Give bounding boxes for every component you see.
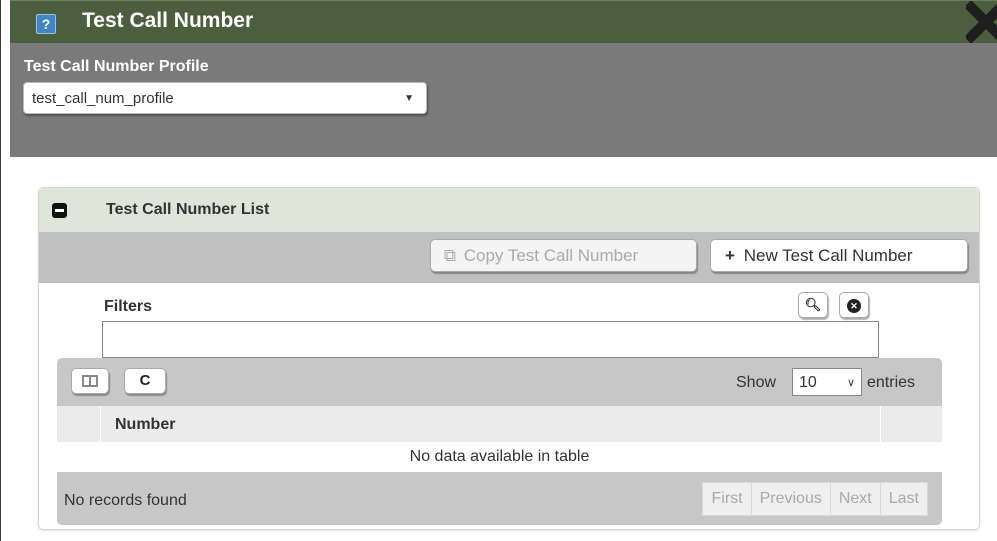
- filters-label: Filters: [104, 298, 153, 315]
- new-button-label: New Test Call Number: [743, 246, 913, 265]
- select-column-header: [57, 406, 101, 442]
- pagination-first[interactable]: First: [703, 483, 750, 515]
- pagination-previous[interactable]: Previous: [750, 483, 830, 515]
- table-container: C Show 10 ∨ entries Number No data avail…: [57, 358, 942, 525]
- table-info: No records found: [64, 492, 187, 509]
- column-header-number[interactable]: Number: [115, 416, 175, 434]
- actions-column-header: [880, 406, 942, 442]
- show-label: Show: [736, 374, 777, 391]
- test-call-number-dialog: ? Test Call Number Test Call Number Prof…: [0, 0, 997, 541]
- search-icon: 🔍︎: [804, 297, 822, 312]
- dialog-titlebar: ? Test Call Number: [10, 0, 997, 44]
- column-visibility-button[interactable]: [71, 368, 109, 394]
- filter-input[interactable]: [102, 321, 879, 358]
- pagination: First Previous Next Last: [702, 482, 928, 516]
- columns-icon: [82, 375, 98, 388]
- page-size-value: 10: [799, 374, 817, 391]
- panel-header: Test Call Number List: [39, 188, 979, 232]
- clear-icon: ✕: [847, 298, 861, 313]
- entries-label: entries: [867, 374, 916, 391]
- test-call-number-list-panel: Test Call Number List ⧉ Copy Test Call N…: [38, 187, 980, 530]
- refresh-icon: C: [139, 372, 151, 389]
- help-icon[interactable]: ?: [36, 14, 56, 34]
- panel-title: Test Call Number List: [106, 201, 270, 218]
- pagination-last[interactable]: Last: [879, 483, 927, 515]
- collapse-icon[interactable]: [52, 203, 67, 218]
- chevron-down-icon: ▼: [404, 93, 414, 104]
- page-size-select[interactable]: 10 ∨: [792, 368, 862, 396]
- search-button[interactable]: 🔍︎: [798, 292, 828, 318]
- pagination-next[interactable]: Next: [829, 483, 880, 515]
- profile-label: Test Call Number Profile: [24, 58, 209, 75]
- profile-select[interactable]: test_call_num_profile ▼: [23, 82, 427, 114]
- empty-table-message: No data available in table: [57, 442, 942, 472]
- new-test-call-number-button[interactable]: + New Test Call Number: [710, 239, 968, 272]
- dialog-title: Test Call Number: [82, 9, 254, 32]
- close-icon[interactable]: [966, 1, 997, 44]
- copy-icon: ⧉: [443, 246, 457, 265]
- copy-test-call-number-button[interactable]: ⧉ Copy Test Call Number: [430, 239, 697, 272]
- profile-select-value: test_call_num_profile: [32, 90, 174, 107]
- refresh-button[interactable]: C: [124, 368, 166, 394]
- copy-button-label: Copy Test Call Number: [463, 246, 639, 265]
- chevron-down-icon: ∨: [846, 377, 855, 389]
- plus-icon: +: [725, 246, 735, 265]
- profile-panel: Test Call Number Profile test_call_num_p…: [10, 43, 997, 157]
- table-header: Number: [57, 406, 942, 442]
- list-toolbar: ⧉ Copy Test Call Number + New Test Call …: [39, 232, 979, 283]
- clear-filter-button[interactable]: ✕: [839, 292, 869, 318]
